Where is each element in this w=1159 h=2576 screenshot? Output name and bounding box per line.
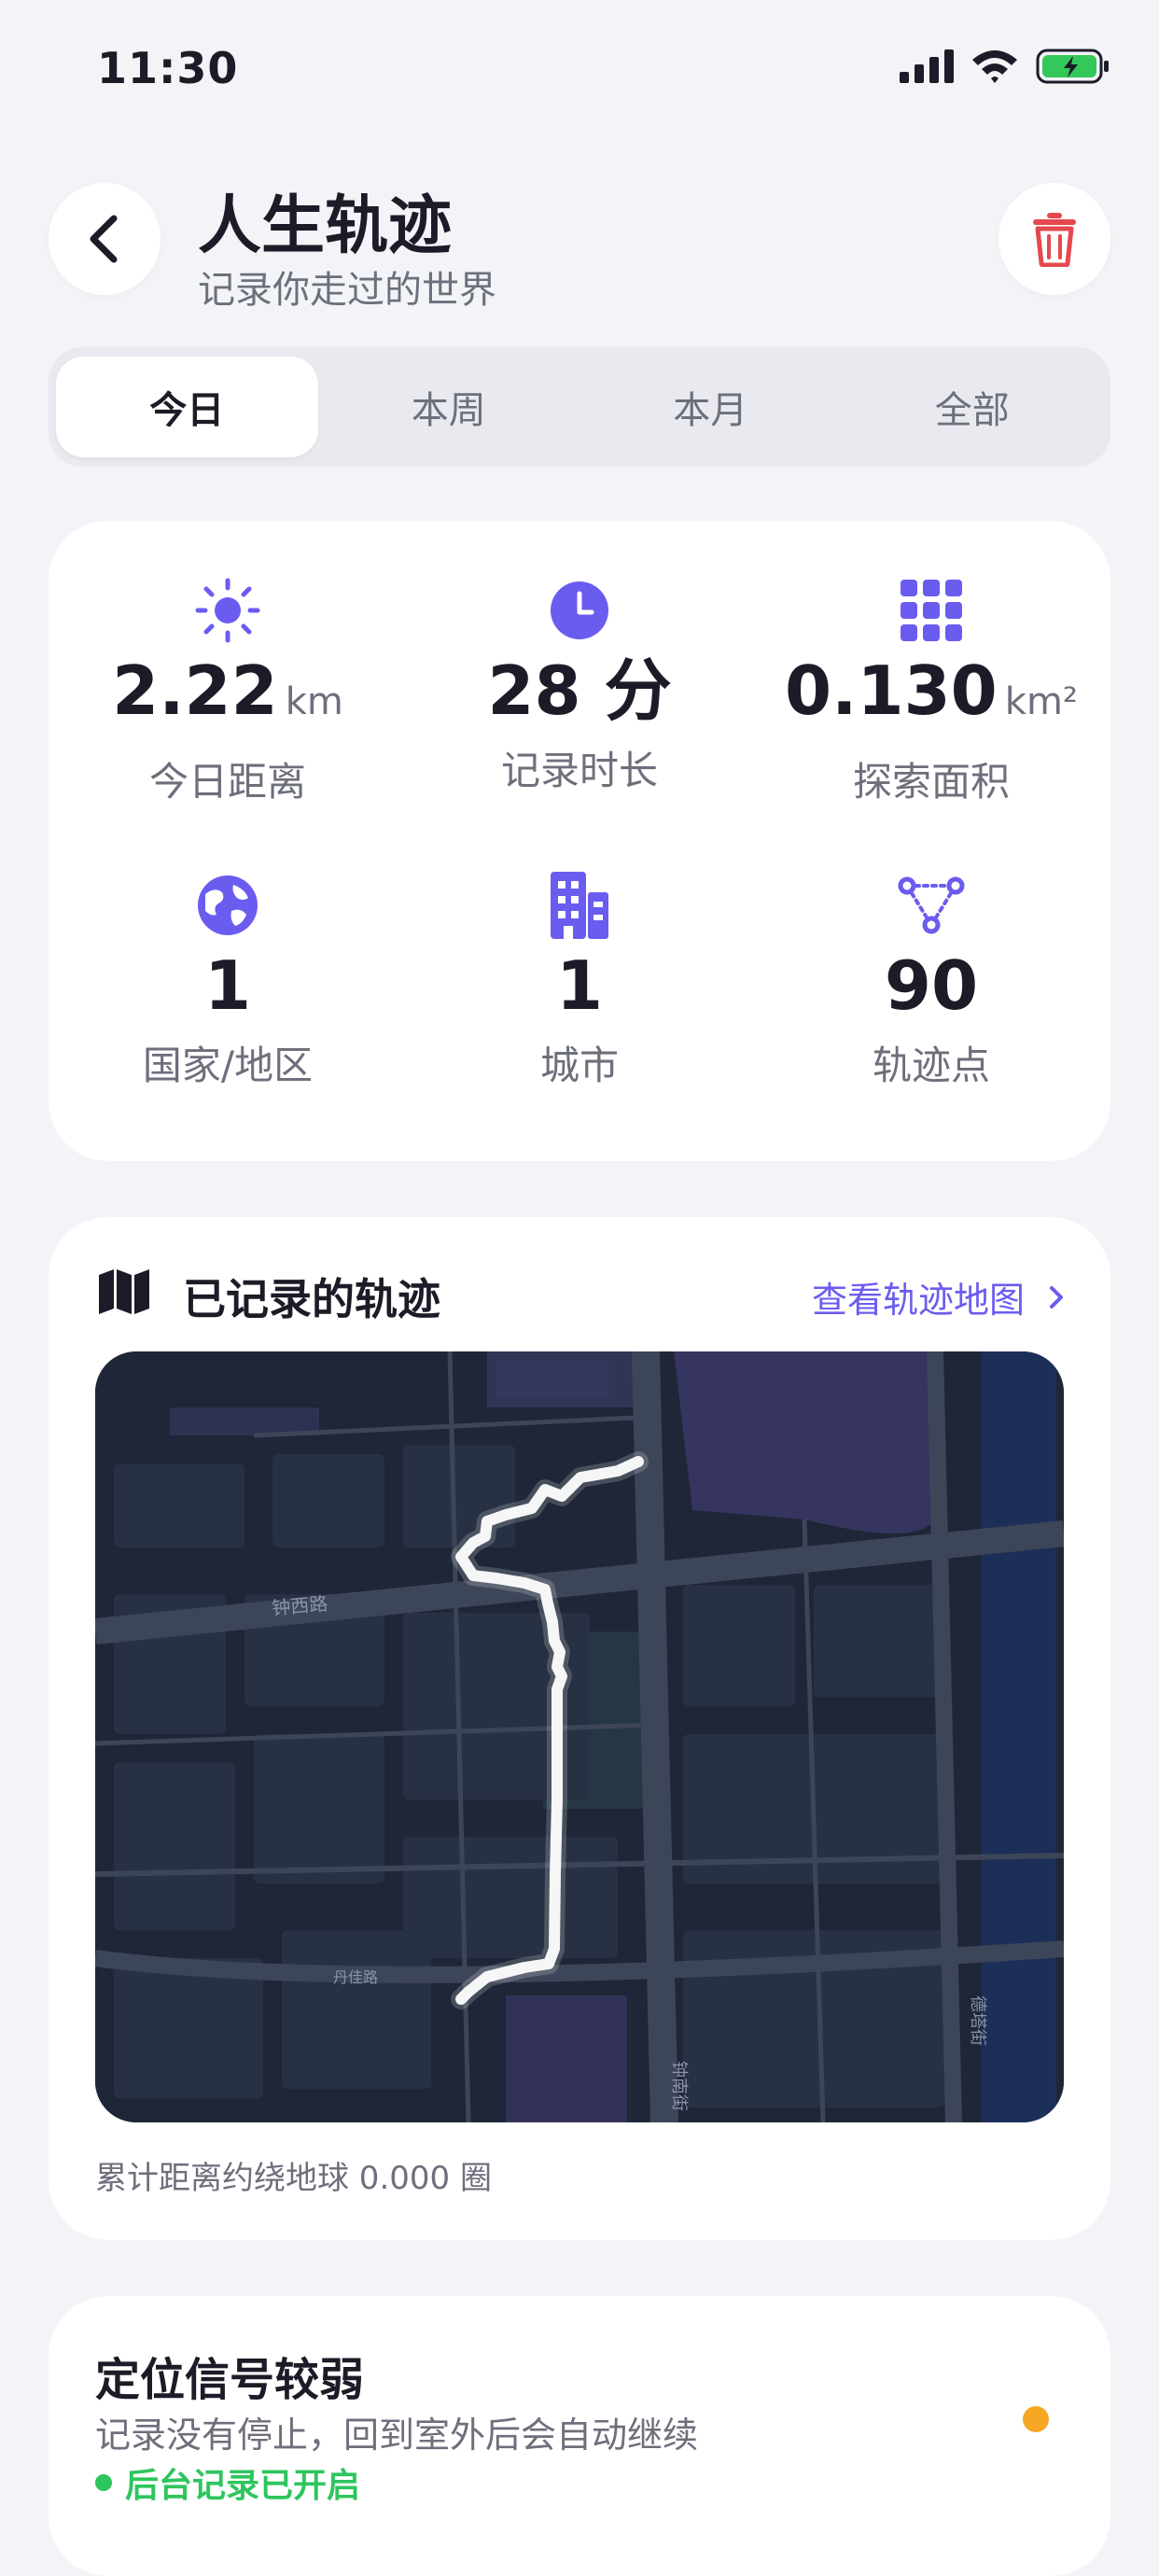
stat-area: 0.130 km² 探索面积: [767, 577, 1096, 807]
cellular-signal-icon: [900, 49, 954, 83]
road-label-deta: 德塔街: [968, 1995, 987, 2046]
track-map[interactable]: 钟西路 丹佳路 钟南街 德塔街: [95, 1351, 1064, 2122]
status-time: 11:30: [97, 43, 239, 93]
stat-countries-label: 国家/地区: [142, 1043, 314, 1088]
status-icons: [900, 49, 1110, 84]
status-dot: [95, 2474, 112, 2491]
stat-distance-unit: km: [285, 680, 343, 723]
period-tabs: 今日 本周 本月 全部: [49, 347, 1110, 467]
battery-charging-icon: [1036, 49, 1109, 84]
stat-countries-value: 1: [203, 946, 252, 1025]
road-label-danjia: 丹佳路: [333, 1968, 378, 1986]
stat-cities: 1 城市: [415, 872, 744, 1091]
back-button[interactable]: [49, 183, 161, 295]
trash-icon: [1033, 213, 1076, 267]
stat-duration-value: 28 分: [487, 651, 672, 730]
globe-icon: [198, 875, 258, 935]
view-track-map-label: 查看轨迹地图: [811, 1280, 1025, 1321]
tab-today[interactable]: 今日: [56, 357, 318, 457]
map-canvas: 钟西路 丹佳路 钟南街 德塔街: [95, 1351, 1064, 2122]
sun-icon: [195, 578, 260, 643]
stat-duration: 28 分 记录时长: [415, 577, 744, 796]
road-label-zhongnan: 钟南街: [669, 2061, 689, 2111]
background-recording-status: 后台记录已开启: [95, 2458, 360, 2507]
clock-icon: [551, 581, 608, 639]
stat-area-value: 0.130: [785, 651, 998, 730]
delete-button[interactable]: [998, 183, 1110, 295]
tab-month[interactable]: 本月: [580, 357, 842, 457]
tracks-title: 已记录的轨迹: [183, 1274, 440, 1324]
stat-track-points-value: 90: [884, 946, 979, 1025]
signal-title: 定位信号较弱: [95, 2354, 365, 2406]
stat-track-points: 90 轨迹点: [767, 872, 1096, 1091]
view-track-map-link[interactable]: 查看轨迹地图: [812, 1271, 1064, 1323]
stat-track-points-label: 轨迹点: [872, 1043, 990, 1088]
stat-cities-value: 1: [555, 946, 604, 1025]
stat-distance-value: 2.22: [112, 651, 278, 730]
stat-area-label: 探索面积: [852, 759, 1010, 805]
stats-card: 2.22 km 今日距离 28 分 记录时长 0.130 km² 探索面积 1 …: [49, 521, 1110, 1161]
building-icon: [551, 872, 608, 939]
stat-countries: 1 国家/地区: [63, 872, 392, 1091]
grid-icon: [901, 580, 962, 641]
stat-distance-label: 今日距离: [148, 759, 306, 805]
stat-cities-label: 城市: [539, 1043, 619, 1088]
track-points-icon: [898, 876, 965, 934]
tab-all[interactable]: 全部: [842, 357, 1104, 457]
stat-area-unit: km²: [1004, 680, 1078, 723]
signal-description: 记录没有停止，回到室外后会自动继续: [95, 2415, 699, 2456]
page-subtitle: 记录你走过的世界: [198, 269, 496, 312]
tab-week[interactable]: 本周: [318, 357, 580, 457]
wifi-icon: [972, 50, 1017, 83]
earth-loop-note: 累计距离约绕地球 0.000 圈: [95, 2160, 492, 2197]
chevron-right-icon: [1050, 1285, 1063, 1309]
map-icon: [99, 1269, 149, 1314]
page-title: 人生轨迹: [198, 189, 453, 263]
stat-distance: 2.22 km 今日距离: [63, 577, 392, 807]
stat-duration-label: 记录时长: [500, 748, 658, 793]
chevron-left-icon: [90, 215, 118, 263]
warning-indicator: [1023, 2406, 1049, 2432]
background-recording-label: 后台记录已开启: [125, 2467, 361, 2505]
